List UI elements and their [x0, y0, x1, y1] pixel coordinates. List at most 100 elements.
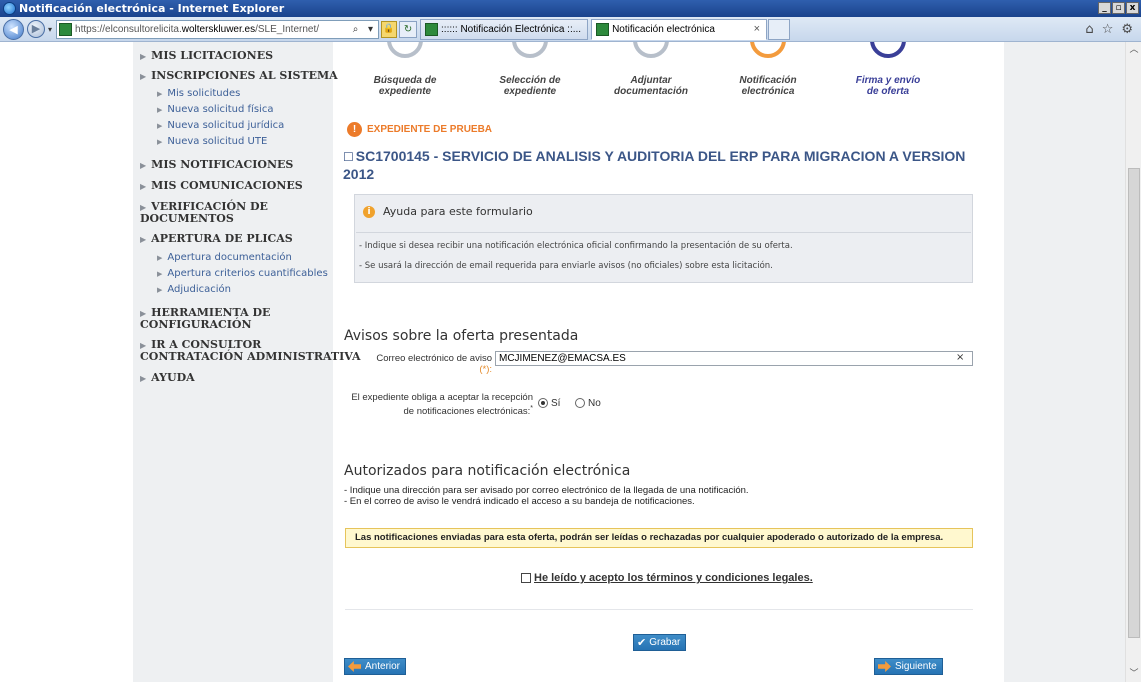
- maximize-button[interactable]: ▫: [1112, 2, 1125, 14]
- help-box: i Ayuda para este formulario - Indique s…: [354, 194, 973, 283]
- chevron-right-icon: ▶: [157, 90, 163, 98]
- radio-si[interactable]: [538, 398, 548, 408]
- radio-no-label[interactable]: No: [588, 398, 601, 409]
- tab-notificacion-electronica-1[interactable]: :::::: Notificación Electrónica ::...: [420, 18, 589, 40]
- expediente-title[interactable]: ☐ SC1700145 - SERVICIO DE ANALISIS Y AUDI…: [343, 148, 983, 183]
- next-button[interactable]: Siguiente: [874, 658, 943, 675]
- minimize-button[interactable]: _: [1098, 2, 1111, 14]
- sidebar-subitem-adjudicacion[interactable]: ▶ Adjudicación: [157, 284, 231, 295]
- next-button-label: Siguiente: [895, 661, 937, 672]
- history-dropdown-icon[interactable]: ▾: [48, 25, 52, 34]
- step-label-busqueda[interactable]: Búsqueda de expediente: [355, 75, 455, 97]
- sidebar-item-mis-notificaciones[interactable]: ▶ MIS NOTIFICACIONES: [140, 159, 293, 171]
- terms-checkbox[interactable]: [521, 573, 531, 583]
- sidebar-item-mis-comunicaciones[interactable]: ▶ MIS COMUNICACIONES: [140, 180, 303, 192]
- sidebar-subitem-nueva-ute[interactable]: ▶ Nueva solicitud UTE: [157, 136, 267, 147]
- new-tab-button[interactable]: [768, 18, 791, 40]
- chevron-right-icon: ▶: [140, 202, 147, 212]
- terms-checkbox-row[interactable]: He leído y acepto los términos y condici…: [521, 572, 813, 584]
- lock-icon[interactable]: 🔒: [381, 20, 398, 38]
- step-label-line1: Selección de: [499, 75, 561, 86]
- wizard-steps: Búsqueda de expediente Selección de expedi…: [355, 42, 975, 102]
- autorizados-instructions: - Indique una dirección para ser avisado…: [344, 485, 749, 507]
- sidebar-subitem-label: Nueva solicitud física: [167, 104, 274, 115]
- sidebar-item-verificacion[interactable]: ▶ VERIFICACIÓN DE DOCUMENTOS: [140, 201, 268, 225]
- save-button[interactable]: ✔ Grabar: [633, 634, 687, 651]
- sidebar-item-herramienta[interactable]: ▶ HERRAMIENTA DE CONFIGURACIÓN: [140, 307, 270, 331]
- radio-group-label: El expediente obliga a aceptar la recepc…: [337, 392, 533, 417]
- sidebar-item-apertura-plicas[interactable]: ▶ APERTURA DE PLICAS: [140, 233, 293, 245]
- address-bar[interactable]: https://elconsultorelicita.wolterskluwer…: [56, 19, 380, 39]
- sidebar-subitem-apertura-criterios[interactable]: ▶ Apertura criterios cuantificables: [157, 268, 328, 279]
- chevron-right-icon: ▶: [157, 106, 163, 114]
- sidebar-subitem-mis-solicitudes[interactable]: ▶ Mis solicitudes: [157, 88, 240, 99]
- terms-link[interactable]: He leído y acepto los términos y condici…: [534, 572, 813, 584]
- sidebar-subitem-apertura-documentacion[interactable]: ▶ Apertura documentación: [157, 252, 292, 263]
- step-label-line2: documentación: [614, 86, 688, 97]
- address-url[interactable]: https://elconsultorelicita.wolterskluwer…: [75, 24, 348, 35]
- chevron-right-icon: ▶: [157, 286, 163, 294]
- radio-required-mark: *: [530, 405, 533, 412]
- url-domain: wolterskluwer.es: [181, 23, 256, 35]
- previous-button[interactable]: Anterior: [344, 658, 407, 675]
- scrollbar-thumb[interactable]: [1128, 168, 1140, 638]
- external-link-icon[interactable]: ☐: [343, 150, 354, 164]
- sidebar-subitem-nueva-fisica[interactable]: ▶ Nueva solicitud física: [157, 104, 273, 115]
- previous-button-label: Anterior: [365, 661, 401, 672]
- home-icon[interactable]: ⌂: [1085, 22, 1093, 37]
- tab-notificacion-electronica-2[interactable]: Notificación electrónica ×: [591, 18, 768, 40]
- sidebar-subitem-label: Adjudicación: [167, 284, 232, 295]
- site-favicon-icon: [59, 22, 73, 36]
- required-mark: (*):: [479, 364, 492, 375]
- warning-text: EXPEDIENTE DE PRUEBA: [367, 124, 493, 135]
- email-label: Correo electrónico de aviso (*):: [366, 353, 492, 375]
- window-title: Notificación electrónica - Internet Expl…: [19, 2, 285, 15]
- sidebar-item-label: INSCRIPCIONES AL SISTEMA: [151, 69, 338, 82]
- autorizados-section-title: Autorizados para notificación electrónic…: [344, 463, 631, 479]
- scroll-up-icon[interactable]: ︿: [1126, 42, 1141, 58]
- chevron-right-icon: ▶: [140, 340, 147, 350]
- clear-input-icon[interactable]: ×: [956, 352, 964, 363]
- sidebar-item-label: MIS COMUNICACIONES: [151, 179, 303, 192]
- settings-gear-icon[interactable]: ⚙: [1121, 22, 1133, 37]
- sidebar-subitem-nueva-juridica[interactable]: ▶ Nueva solicitud jurídica: [157, 120, 284, 131]
- page-content: ▶ MIS LICITACIONES ▶ INSCRIPCIONES AL SIST…: [0, 42, 1125, 682]
- help-title: Ayuda para este formulario: [383, 205, 533, 218]
- sidebar-item-ayuda[interactable]: ▶ AYUDA: [140, 372, 195, 384]
- step-label-firma[interactable]: Firma y envío de oferta: [838, 75, 938, 97]
- notice-banner: Las notificaciones enviadas para esta of…: [345, 528, 973, 548]
- step-label-line1: Búsqueda de: [373, 75, 437, 86]
- radio-label-line2: de notificaciones electrónicas:: [403, 406, 531, 418]
- back-button[interactable]: ◀: [3, 18, 24, 40]
- scroll-down-icon[interactable]: ﹀: [1126, 666, 1141, 682]
- favorites-star-icon[interactable]: ☆: [1102, 22, 1114, 37]
- step-circle-adjuntar: [633, 42, 669, 58]
- refresh-icon[interactable]: ↻: [399, 20, 418, 38]
- tab-favicon-icon: [596, 22, 610, 36]
- chevron-right-icon: ▶: [140, 160, 147, 170]
- chevron-right-icon: ▶: [140, 308, 147, 318]
- forward-button[interactable]: ▶: [27, 20, 45, 38]
- info-icon: i: [363, 205, 375, 218]
- email-field[interactable]: MCJIMENEZ@EMACSA.ES: [495, 351, 973, 366]
- close-button[interactable]: x: [1126, 2, 1139, 14]
- sidebar-subitem-label: Apertura documentación: [167, 252, 292, 263]
- address-dropdown-icon[interactable]: ▾: [363, 24, 378, 35]
- chevron-right-icon: ▶: [140, 373, 147, 383]
- radio-no[interactable]: [575, 398, 585, 408]
- search-icon[interactable]: ⌕: [348, 24, 363, 35]
- chevron-right-icon: ▶: [140, 71, 147, 81]
- tab-close-icon[interactable]: ×: [744, 23, 760, 35]
- chevron-right-icon: ▶: [157, 270, 163, 278]
- sidebar-item-inscripciones[interactable]: ▶ INSCRIPCIONES AL SISTEMA: [140, 70, 338, 82]
- internet-explorer-icon: [3, 2, 16, 15]
- autorizados-line-1: - Indique una dirección para ser avisado…: [344, 485, 749, 496]
- radio-label-line1: El expediente obliga a aceptar la recepc…: [351, 392, 533, 403]
- step-label-adjuntar[interactable]: Adjuntar documentación: [601, 75, 701, 97]
- sidebar-item-mis-licitaciones[interactable]: ▶ MIS LICITACIONES: [140, 50, 273, 62]
- sidebar-item-ir-consultor[interactable]: ▶ IR A CONSULTOR CONTRATACIÓN ADMINISTRATI…: [140, 339, 360, 363]
- radio-si-label[interactable]: Sí: [551, 398, 560, 409]
- step-label-seleccion[interactable]: Selección de expediente: [480, 75, 580, 97]
- autorizados-line-2: - En el correo de aviso le vendrá indica…: [344, 496, 695, 507]
- vertical-scrollbar[interactable]: ︿ ﹀: [1125, 42, 1141, 682]
